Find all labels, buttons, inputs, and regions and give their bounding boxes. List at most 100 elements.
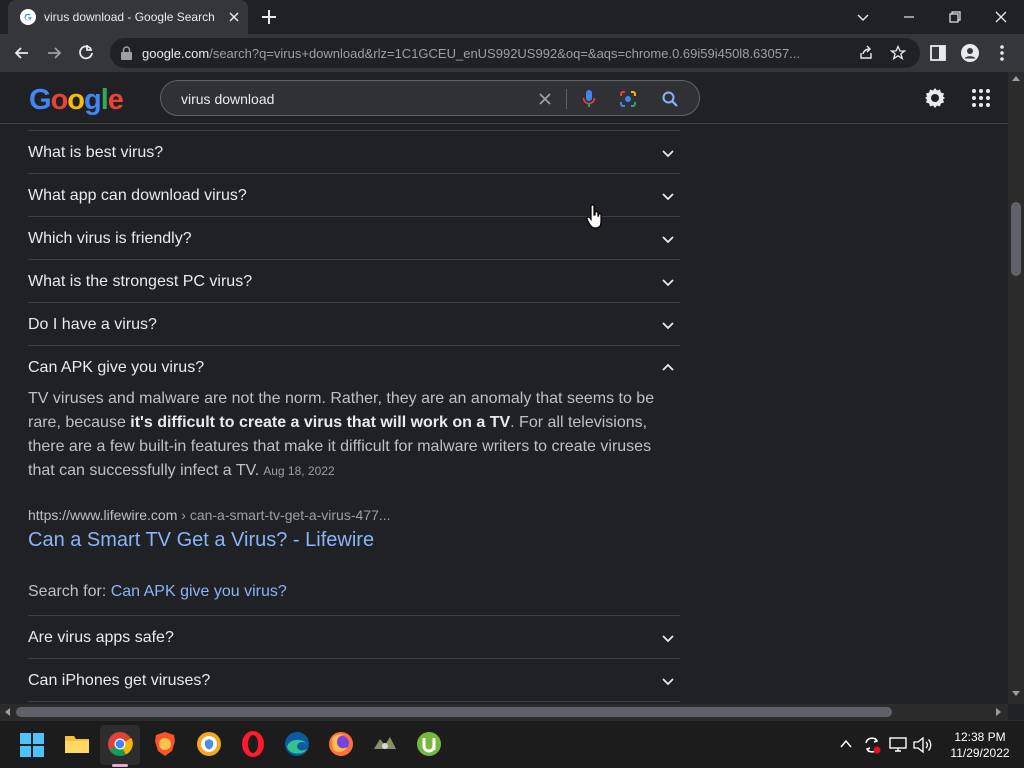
chevron-down-icon (662, 678, 674, 686)
scroll-up-icon[interactable] (1012, 75, 1020, 81)
search-input[interactable]: virus download (160, 80, 700, 116)
hand-cursor-icon (586, 204, 602, 229)
paa-question-text: What is best virus? (28, 144, 164, 161)
firefox-icon[interactable] (328, 731, 354, 757)
chevron-down-icon (662, 150, 674, 158)
paa-question-text: What is the strongest PC virus? (28, 273, 253, 290)
url-text[interactable]: google.com/search?q=virus+download&rlz=1… (142, 46, 832, 61)
clock-time: 12:38 PM (954, 730, 1006, 744)
kebab-menu-icon[interactable] (992, 43, 1012, 63)
lock-icon[interactable] (120, 46, 133, 60)
network-icon[interactable] (888, 735, 908, 755)
reload-icon[interactable] (76, 43, 96, 63)
browser-shield-icon[interactable] (196, 731, 222, 757)
back-arrow-icon[interactable] (12, 43, 32, 63)
taskbar-clock[interactable]: 12:38 PM 11/29/2022 (942, 729, 1018, 761)
show-hidden-icons-chevron-icon[interactable] (838, 737, 854, 751)
windows-taskbar: 12:38 PM 11/29/2022 (0, 720, 1024, 768)
share-icon[interactable] (858, 45, 874, 61)
utorrent-icon[interactable] (416, 731, 442, 757)
paa-question-text: Do I have a virus? (28, 316, 157, 333)
logo-letter: o (50, 84, 69, 116)
paa-question-row[interactable]: Can iPhones get viruses? (28, 659, 680, 702)
microphone-icon[interactable] (581, 89, 597, 109)
address-bar[interactable]: google.com/search?q=virus+download&rlz=1… (110, 38, 920, 68)
scroll-right-icon[interactable] (996, 708, 1002, 716)
edge-icon[interactable] (284, 731, 310, 757)
brave-browser-icon[interactable] (152, 731, 178, 757)
opera-icon[interactable] (240, 730, 266, 758)
paa-question-row[interactable]: What is the strongest PC virus? (28, 260, 680, 303)
url-path: /search?q=virus+download&rlz=1C1GCEU_enU… (209, 46, 801, 61)
search-results-content: What is best virus? What app can downloa… (0, 124, 1008, 704)
paa-question-row[interactable]: Do I have a virus? (28, 303, 680, 346)
horizontal-scrollbar[interactable] (0, 704, 1008, 720)
minimize-icon[interactable] (898, 6, 920, 28)
paa-question-row-expanded[interactable]: Can APK give you virus? (28, 346, 680, 389)
search-for-label: Search for: (28, 583, 111, 600)
settings-gear-icon[interactable] (923, 86, 947, 110)
forward-arrow-icon[interactable] (44, 43, 64, 63)
google-logo[interactable]: Google (29, 84, 124, 117)
active-app-indicator (112, 764, 128, 767)
paa-question-row[interactable]: Which virus is friendly? (28, 217, 680, 260)
restore-icon[interactable] (944, 6, 966, 28)
search-query-text[interactable]: virus download (181, 91, 274, 107)
chevron-up-icon (662, 363, 674, 371)
volume-icon[interactable] (912, 735, 934, 755)
google-lens-icon[interactable] (619, 90, 637, 108)
paa-question-row[interactable]: What is best virus? (28, 131, 680, 174)
cite-path: › can-a-smart-tv-get-a-virus-477... (177, 507, 391, 523)
app-icon[interactable] (372, 731, 398, 757)
browser-tab-strip: virus download - Google Search (0, 0, 1024, 34)
chrome-icon[interactable] (107, 731, 133, 757)
horizontal-scroll-thumb[interactable] (16, 707, 892, 717)
paa-answer-snippet: TV viruses and malware are not the norm.… (28, 387, 680, 483)
vertical-scrollbar[interactable] (1008, 72, 1024, 704)
answer-highlight: it's difficult to create a virus that wi… (130, 414, 511, 431)
file-explorer-icon[interactable] (64, 733, 90, 755)
tab-search-chevron-icon[interactable] (852, 6, 874, 28)
profile-avatar-icon[interactable] (960, 43, 980, 63)
new-tab-plus-icon[interactable] (260, 8, 278, 26)
browser-tab[interactable]: virus download - Google Search (8, 0, 248, 34)
paa-question-row[interactable]: Are virus apps safe? (28, 616, 680, 659)
paa-question-text: Are virus apps safe? (28, 629, 174, 646)
logo-letter: l (100, 84, 109, 116)
scroll-down-icon[interactable] (1012, 691, 1020, 697)
paa-question-text: Can APK give you virus? (28, 359, 205, 376)
vertical-scroll-thumb[interactable] (1011, 202, 1021, 276)
chevron-down-icon (662, 635, 674, 643)
search-for-link[interactable]: Can APK give you virus? (111, 583, 287, 600)
paa-question-text: What app can download virus? (28, 187, 247, 204)
search-icon[interactable] (661, 90, 679, 108)
logo-letter: o (67, 84, 85, 116)
url-host: google.com (142, 46, 210, 61)
chevron-down-icon (662, 236, 674, 244)
close-window-icon[interactable] (990, 6, 1012, 28)
logo-letter: g (84, 84, 102, 116)
search-divider (566, 89, 567, 109)
close-tab-icon[interactable] (226, 9, 242, 25)
clear-search-icon[interactable] (537, 91, 553, 107)
scroll-left-icon[interactable] (4, 708, 10, 716)
logo-letter: G (29, 84, 52, 116)
google-favicon-icon (20, 9, 36, 25)
paa-question-row[interactable]: What app can download virus? (28, 174, 680, 217)
clock-date: 11/29/2022 (950, 746, 1010, 760)
cite-host: https://www.lifewire.com (28, 507, 178, 523)
apps-grid-icon[interactable] (971, 88, 991, 108)
logo-letter: e (107, 84, 124, 116)
windows-start-icon[interactable] (20, 733, 44, 757)
chevron-down-icon (662, 322, 674, 330)
result-title-link[interactable]: Can a Smart TV Get a Virus? - Lifewire (28, 529, 374, 552)
answer-date: Aug 18, 2022 (263, 464, 335, 478)
chevron-down-icon (662, 279, 674, 287)
paa-question-text: Can iPhones get viruses? (28, 672, 211, 689)
search-for-line: Search for: Can APK give you virus? (28, 583, 287, 601)
result-citation[interactable]: https://www.lifewire.com › can-a-smart-t… (28, 507, 391, 523)
scroll-corner (1008, 704, 1024, 720)
sync-icon[interactable] (862, 735, 882, 755)
bookmark-star-icon[interactable] (890, 45, 906, 61)
side-panel-icon[interactable] (928, 43, 948, 63)
